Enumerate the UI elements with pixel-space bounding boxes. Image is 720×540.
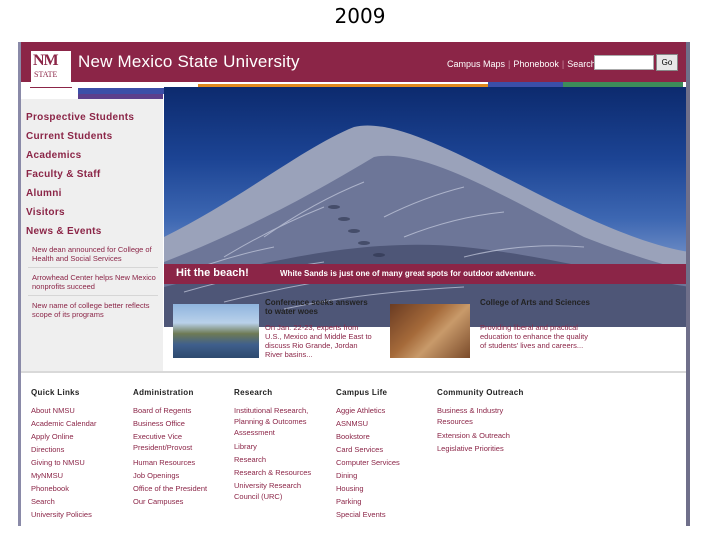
footer-link[interactable]: Executive Vice	[133, 432, 182, 441]
content-divider	[18, 371, 690, 373]
footer-link[interactable]: Institutional Research,	[234, 406, 308, 415]
nav-visitors[interactable]: Visitors	[26, 207, 65, 218]
search-input[interactable]	[594, 55, 654, 70]
phonebook-link[interactable]: Phonebook	[510, 59, 562, 69]
logo-nm: NM	[33, 52, 59, 69]
quick-links-heading: Quick Links	[31, 388, 80, 397]
footer-link[interactable]: University Research	[234, 481, 301, 490]
university-name: New Mexico State University	[78, 52, 300, 71]
footer-link[interactable]: Search	[31, 497, 55, 506]
news-divider	[28, 295, 158, 296]
community-outreach-heading: Community Outreach	[437, 388, 524, 397]
footer-link[interactable]: Planning & Outcomes	[234, 417, 307, 426]
news-item[interactable]: New dean announced for College of Health…	[32, 245, 160, 263]
top-links: Campus Maps | Phonebook | Search	[444, 59, 599, 69]
footer-link[interactable]: Research & Resources	[234, 468, 311, 477]
hero-caption-text: White Sands is just one of many great sp…	[280, 269, 537, 278]
sidebar: Prospective Students Current Students Ac…	[18, 99, 163, 372]
footer-link[interactable]: Card Services	[336, 445, 383, 454]
footer-link[interactable]: Giving to NMSU	[31, 458, 85, 467]
nav-alumni[interactable]: Alumni	[26, 188, 62, 199]
footer-link[interactable]: Aggie Athletics	[336, 406, 385, 415]
footer-link[interactable]: Bookstore	[336, 432, 370, 441]
footer-link[interactable]: Our Campuses	[133, 497, 183, 506]
footer-link[interactable]: Job Openings	[133, 471, 179, 480]
nav-academics[interactable]: Academics	[26, 150, 82, 161]
nav-current-students[interactable]: Current Students	[26, 131, 112, 142]
hero-caption-title: Hit the beach!	[176, 267, 249, 279]
footer-link[interactable]: Academic Calendar	[31, 419, 96, 428]
footer-link[interactable]: Directions	[31, 445, 64, 454]
hero-caption-bar: Hit the beach! White Sands is just one o…	[164, 264, 690, 284]
nav-faculty-staff[interactable]: Faculty & Staff	[26, 169, 101, 180]
conference-photo[interactable]	[173, 304, 259, 358]
header-stripe-white	[18, 82, 78, 87]
nav-news-events[interactable]: News & Events	[26, 226, 102, 237]
campus-maps-link[interactable]: Campus Maps	[444, 59, 508, 69]
footer-link[interactable]: Parking	[336, 497, 361, 506]
footer-link[interactable]: Housing	[336, 484, 364, 493]
footer-link[interactable]: ASNMSU	[336, 419, 368, 428]
footer-link[interactable]: Dining	[336, 471, 357, 480]
footer-link[interactable]: Human Resources	[133, 458, 195, 467]
campus-life-heading: Campus Life	[336, 388, 388, 397]
news-item[interactable]: New name of college better reflects scop…	[32, 301, 160, 319]
footer-link[interactable]: Legislative Priorities	[437, 444, 504, 453]
feature-title[interactable]: Conference seeks answers to water woes	[265, 298, 375, 316]
footer-link[interactable]: Apply Online	[31, 432, 74, 441]
footer-link[interactable]: Phonebook	[31, 484, 69, 493]
administration-heading: Administration	[133, 388, 194, 397]
logo-state: STATE	[34, 70, 58, 79]
site-header: NM STATE New Mexico State University Cam…	[18, 42, 690, 88]
footer-link[interactable]: MyNMSU	[31, 471, 63, 480]
footer-link[interactable]: Council (URC)	[234, 492, 282, 501]
hero-image-white-sands[interactable]	[164, 87, 690, 327]
feature-title[interactable]: College of Arts and Sciences	[480, 298, 590, 307]
arts-sciences-photo[interactable]	[390, 304, 470, 358]
footer-link[interactable]: About NMSU	[31, 406, 75, 415]
footer-link[interactable]: Board of Regents	[133, 406, 191, 415]
footer-link[interactable]: Resources	[437, 417, 473, 426]
nmsu-homepage-screenshot: NM STATE New Mexico State University Cam…	[18, 42, 690, 526]
feature-text: Providing liberal and practical educatio…	[480, 323, 588, 350]
footer-link[interactable]: Business Office	[133, 419, 185, 428]
research-heading: Research	[234, 388, 273, 397]
footer-link[interactable]: University Policies	[31, 510, 92, 519]
nav-prospective-students[interactable]: Prospective Students	[26, 112, 134, 123]
footer-link[interactable]: Business & Industry	[437, 406, 503, 415]
feature-text: On Jan. 22-23, experts from U.S., Mexico…	[265, 323, 372, 359]
slide-title: 2009	[334, 4, 386, 28]
scrollbar[interactable]	[686, 42, 690, 526]
footer-link[interactable]: President/Provost	[133, 443, 192, 452]
footer-link[interactable]: Special Events	[336, 510, 386, 519]
news-item[interactable]: Arrowhead Center helps New Mexico nonpro…	[32, 273, 160, 291]
footer-link[interactable]: Assessment	[234, 428, 275, 437]
footer-link[interactable]: Office of the President	[133, 484, 207, 493]
footer-link[interactable]: Library	[234, 442, 257, 451]
go-button[interactable]: Go	[656, 54, 678, 71]
footer-link[interactable]: Extension & Outreach	[437, 431, 510, 440]
footer-link[interactable]: Computer Services	[336, 458, 400, 467]
left-border	[18, 42, 21, 526]
footer-link[interactable]: Research	[234, 455, 266, 464]
news-divider	[28, 267, 158, 268]
